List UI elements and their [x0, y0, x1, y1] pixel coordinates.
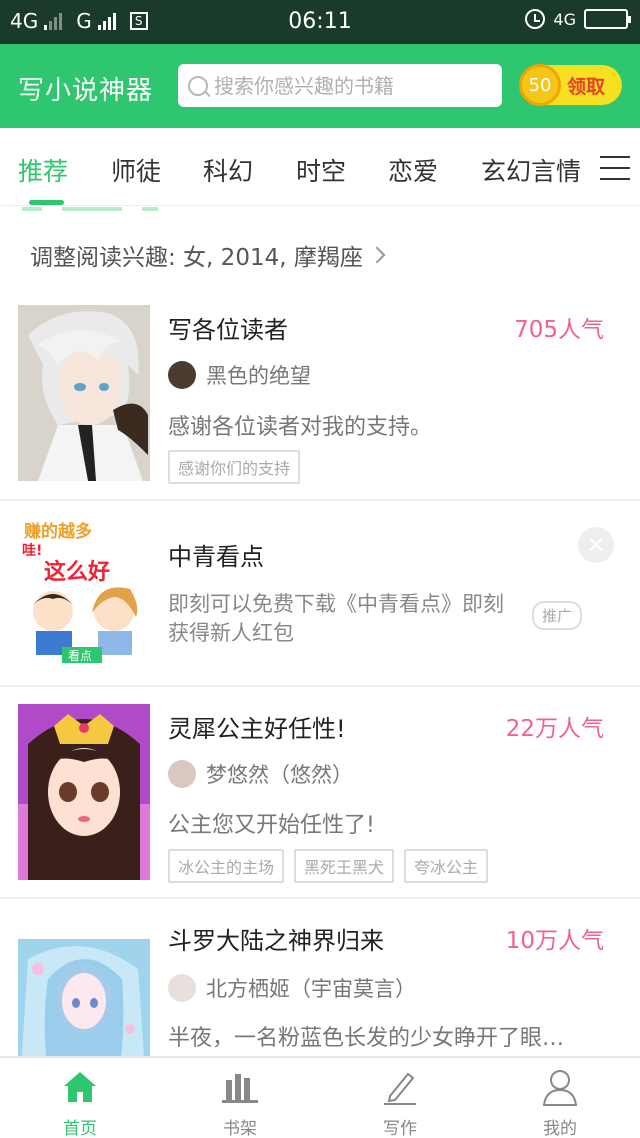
status-right: 4G	[525, 9, 631, 29]
active-tab-indicator	[29, 200, 64, 205]
book-description: 半夜，一名粉蓝色长发的少女睁开了眼…	[168, 1026, 565, 1051]
ad-title: 中青看点	[168, 543, 264, 571]
search-icon	[188, 75, 208, 96]
interest-text: 调整阅读兴趣: 女, 2014, 摩羯座	[30, 245, 363, 271]
close-ad-icon[interactable]: ×	[578, 527, 614, 563]
network-label-3: 4G	[553, 9, 576, 29]
book-description: 公主您又开始任性了!	[168, 813, 375, 838]
category-tabs: 推荐 师徒 科幻 时空 恋爱 玄幻言情	[0, 128, 640, 206]
nav-write[interactable]: 写作	[320, 1058, 480, 1138]
search-bar[interactable]	[178, 64, 502, 107]
nav-home[interactable]: 首页	[0, 1058, 160, 1138]
ad-description: 即刻可以免费下载《中青看点》即刻获得新人红包	[168, 592, 504, 645]
book-tag[interactable]: 感谢你们的支持	[168, 450, 301, 484]
ad-image-text: 哇!	[22, 542, 42, 559]
chevron-right-icon	[368, 246, 386, 264]
author-row: 梦悠然（悠然）	[168, 759, 353, 789]
interest-settings-link[interactable]: 调整阅读兴趣: 女, 2014, 摩羯座	[30, 238, 386, 272]
bottom-navigation: 首页 书架 写作 我的	[0, 1056, 640, 1138]
nav-label: 首页	[63, 1119, 97, 1138]
book-tag[interactable]: 冰公主的主场	[168, 849, 285, 883]
app-header: 写小说神器 50 领取	[0, 44, 640, 128]
tab-master[interactable]: 师徒	[111, 152, 161, 188]
app-title: 写小说神器	[18, 76, 154, 106]
book-title: 灵犀公主好任性!	[168, 715, 346, 743]
search-input[interactable]	[214, 73, 484, 98]
tag-row: 感谢你们的支持	[168, 450, 301, 484]
coin-icon: 50	[519, 64, 561, 106]
ad-image-text: 这么好	[44, 559, 110, 585]
bookshelf-icon	[222, 1074, 258, 1103]
home-icon	[64, 1072, 96, 1102]
book-popularity: 705人气	[514, 317, 604, 343]
author-name: 北方栖姬（宇宙莫言）	[206, 977, 416, 1001]
nav-label: 书架	[223, 1119, 257, 1138]
pen-icon	[384, 1072, 416, 1105]
ad-image-text: 看点	[68, 649, 92, 663]
scrolled-content-edge	[22, 207, 162, 213]
promo-badge: 推广	[532, 601, 583, 630]
nav-profile[interactable]: 我的	[480, 1058, 640, 1138]
book-description: 感谢各位读者对我的支持。	[168, 415, 433, 440]
author-row: 黑色的绝望	[168, 360, 311, 390]
alarm-icon	[525, 9, 546, 29]
book-popularity: 10万人气	[505, 928, 604, 954]
tab-romance[interactable]: 恋爱	[388, 152, 438, 188]
tab-recommend[interactable]: 推荐	[18, 152, 68, 188]
user-icon	[542, 1070, 578, 1106]
author-row: 北方栖姬（宇宙莫言）	[168, 973, 416, 1003]
tab-fantasy-romance[interactable]: 玄幻言情	[481, 152, 581, 188]
book-cover[interactable]	[18, 305, 150, 481]
author-name: 黑色的绝望	[206, 364, 311, 388]
status-bar: 4G G S 06:11 4G	[0, 0, 640, 44]
nav-label: 写作	[383, 1119, 417, 1138]
book-tag[interactable]: 黑死王黑犬	[294, 849, 395, 883]
book-item[interactable]: 写各位读者 705人气 黑色的绝望 感谢各位读者对我的支持。 感谢你们的支持	[0, 290, 640, 500]
book-title: 斗罗大陆之神界归来	[168, 927, 384, 955]
book-item[interactable]: 灵犀公主好任性! 22万人气 梦悠然（悠然） 公主您又开始任性了! 冰公主的主场…	[0, 687, 640, 897]
tab-timespace[interactable]: 时空	[296, 152, 346, 188]
tag-row: 冰公主的主场 黑死王黑犬 夸冰公主	[168, 849, 489, 883]
menu-icon[interactable]	[600, 156, 630, 180]
book-tag[interactable]: 夸冰公主	[404, 849, 489, 883]
book-title: 写各位读者	[168, 316, 288, 344]
avatar	[168, 760, 196, 788]
nav-bookshelf[interactable]: 书架	[160, 1058, 320, 1138]
book-cover[interactable]	[18, 704, 150, 880]
book-item[interactable]: 斗罗大陆之神界归来 10万人气 北方栖姬（宇宙莫言） 半夜，一名粉蓝色长发的少女…	[0, 899, 640, 1056]
reward-label: 领取	[567, 75, 606, 98]
battery-icon	[584, 9, 631, 29]
ad-image-text: 赚的越多	[23, 521, 92, 542]
reward-button[interactable]: 50 领取	[519, 64, 622, 106]
book-cover[interactable]	[18, 939, 150, 1056]
ad-image[interactable]: 赚的越多 哇! 这么好 看点	[18, 513, 150, 663]
nav-label: 我的	[543, 1119, 577, 1138]
avatar	[168, 361, 196, 389]
avatar	[168, 974, 196, 1002]
author-name: 梦悠然（悠然）	[206, 763, 353, 787]
tab-scifi[interactable]: 科幻	[203, 152, 253, 188]
book-popularity: 22万人气	[505, 716, 604, 742]
